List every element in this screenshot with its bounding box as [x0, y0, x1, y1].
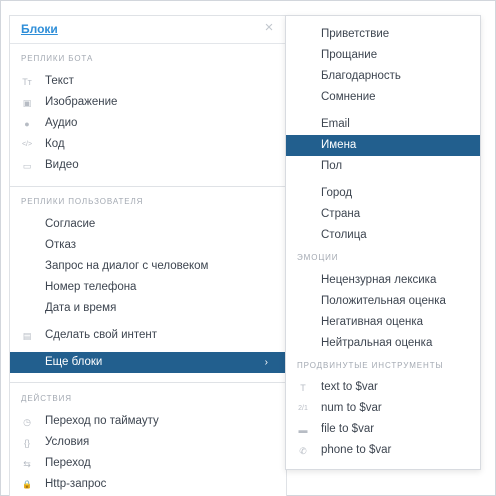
section-label-emotions: Эмоции — [297, 253, 339, 262]
dropdown-item-profanity[interactable]: Нецензурная лексика — [286, 270, 480, 291]
phone-icon: ✆ — [299, 446, 307, 456]
code-icon: </> — [21, 141, 33, 148]
item-label: Положительная оценка — [321, 295, 446, 307]
item-label: Дата и время — [45, 302, 117, 314]
number-icon: 2/1 — [298, 405, 308, 412]
braces-icon: {} — [23, 438, 30, 448]
item-label: text to $var — [321, 381, 378, 393]
dropdown-item-text-to-var[interactable]: T text to $var — [286, 377, 480, 398]
item-label: Сомнение — [321, 91, 376, 103]
item-label: Еще блоки — [45, 356, 103, 368]
image-icon: ▣ — [22, 98, 32, 108]
divider — [10, 382, 286, 383]
dropdown-item-positive[interactable]: Положительная оценка — [286, 291, 480, 312]
item-label: Прощание — [321, 49, 378, 61]
item-label: Запрос на диалог с человеком — [45, 260, 209, 272]
item-label: Изображение — [45, 96, 118, 108]
intent-icon: ▤ — [22, 331, 32, 341]
lock-icon: 🔒 — [22, 480, 32, 489]
section-label-actions: Действия — [21, 394, 72, 403]
item-http-request[interactable]: 🔒 Http-запрос — [10, 474, 286, 495]
video-icon: ▭ — [22, 161, 32, 171]
transition-icon: ⇆ — [23, 459, 31, 469]
dropdown-item-doubt[interactable]: Сомнение — [286, 87, 480, 108]
item-date-time[interactable]: Дата и время — [10, 298, 286, 319]
item-transition[interactable]: ⇆ Переход — [10, 453, 286, 474]
section-label-bot: Реплики бота — [21, 54, 94, 63]
text-icon: T — [300, 383, 306, 393]
item-label: Пол — [321, 160, 343, 172]
item-custom-intent[interactable]: ▤ Сделать свой интент — [10, 325, 286, 346]
item-label: Сделать свой интент — [45, 329, 158, 341]
chevron-right-icon: › — [264, 357, 268, 368]
dropdown-item-city[interactable]: Город — [286, 183, 480, 204]
item-image[interactable]: ▣ Изображение — [10, 92, 286, 113]
dropdown-item-num-to-var[interactable]: 2/1 num to $var — [286, 398, 480, 419]
item-timeout[interactable]: ◷ Переход по таймауту — [10, 411, 286, 432]
item-label: Нейтральная оценка — [321, 337, 433, 349]
more-blocks-dropdown: Приветствие Прощание Благодарность Сомне… — [285, 15, 481, 470]
item-label: Страна — [321, 208, 361, 220]
item-label: file to $var — [321, 423, 375, 435]
item-label: Согласие — [45, 218, 96, 230]
item-label: Условия — [45, 436, 90, 448]
file-icon: ▬ — [298, 425, 308, 435]
item-video[interactable]: ▭ Видео — [10, 155, 286, 176]
item-refuse[interactable]: Отказ — [10, 235, 286, 256]
item-label: num to $var — [321, 402, 382, 414]
item-code[interactable]: </> Код — [10, 134, 286, 155]
item-label: phone to $var — [321, 444, 392, 456]
section-label-advanced: Продвинутые инструменты — [297, 361, 444, 370]
item-label: Аудио — [45, 117, 78, 129]
dropdown-item-farewell[interactable]: Прощание — [286, 45, 480, 66]
dropdown-item-neutral[interactable]: Нейтральная оценка — [286, 333, 480, 354]
item-conditions[interactable]: {} Условия — [10, 432, 286, 453]
item-label: Видео — [45, 159, 79, 171]
item-audio[interactable]: ● Аудио — [10, 113, 286, 134]
item-label: Номер телефона — [45, 281, 137, 293]
item-label: Город — [321, 187, 353, 199]
dropdown-item-file-to-var[interactable]: ▬ file to $var — [286, 419, 480, 440]
item-label: Код — [45, 138, 65, 150]
item-label: Переход по таймауту — [45, 415, 159, 427]
item-label: Имена — [321, 139, 357, 151]
blocks-panel: Блоки × Реплики бота Tт Текст ▣ Изображе… — [9, 15, 287, 496]
dropdown-item-country[interactable]: Страна — [286, 204, 480, 225]
item-label: Email — [321, 118, 350, 130]
dropdown-item-email[interactable]: Email — [286, 114, 480, 135]
audio-icon: ● — [24, 119, 30, 129]
item-human-request[interactable]: Запрос на диалог с человеком — [10, 256, 286, 277]
item-agree[interactable]: Согласие — [10, 214, 286, 235]
item-label: Переход — [45, 457, 91, 469]
close-icon[interactable]: × — [262, 20, 276, 35]
item-text[interactable]: Tт Текст — [10, 71, 286, 92]
dropdown-item-capital[interactable]: Столица — [286, 225, 480, 246]
item-label: Нецензурная лексика — [321, 274, 437, 286]
dropdown-item-greeting[interactable]: Приветствие — [286, 24, 480, 45]
item-label: Благодарность — [321, 70, 401, 82]
dropdown-item-gender[interactable]: Пол — [286, 156, 480, 177]
item-label: Http-запрос — [45, 478, 107, 490]
dropdown-item-phone-to-var[interactable]: ✆ phone to $var — [286, 440, 480, 461]
panel-title[interactable]: Блоки — [21, 22, 58, 36]
dropdown-item-names[interactable]: Имена — [286, 135, 480, 156]
text-icon: Tт — [22, 77, 32, 87]
dropdown-item-thanks[interactable]: Благодарность — [286, 66, 480, 87]
item-label: Негативная оценка — [321, 316, 424, 328]
divider — [10, 186, 286, 187]
item-phone-number[interactable]: Номер телефона — [10, 277, 286, 298]
item-label: Отказ — [45, 239, 77, 251]
item-label: Столица — [321, 229, 367, 241]
item-label: Приветствие — [321, 28, 390, 40]
dropdown-item-negative[interactable]: Негативная оценка — [286, 312, 480, 333]
panel-header: Блоки × — [10, 16, 286, 44]
clock-icon: ◷ — [23, 417, 31, 427]
section-label-user: Реплики пользователя — [21, 197, 144, 206]
item-label: Текст — [45, 75, 74, 87]
item-more-blocks[interactable]: Еще блоки › — [10, 352, 286, 373]
